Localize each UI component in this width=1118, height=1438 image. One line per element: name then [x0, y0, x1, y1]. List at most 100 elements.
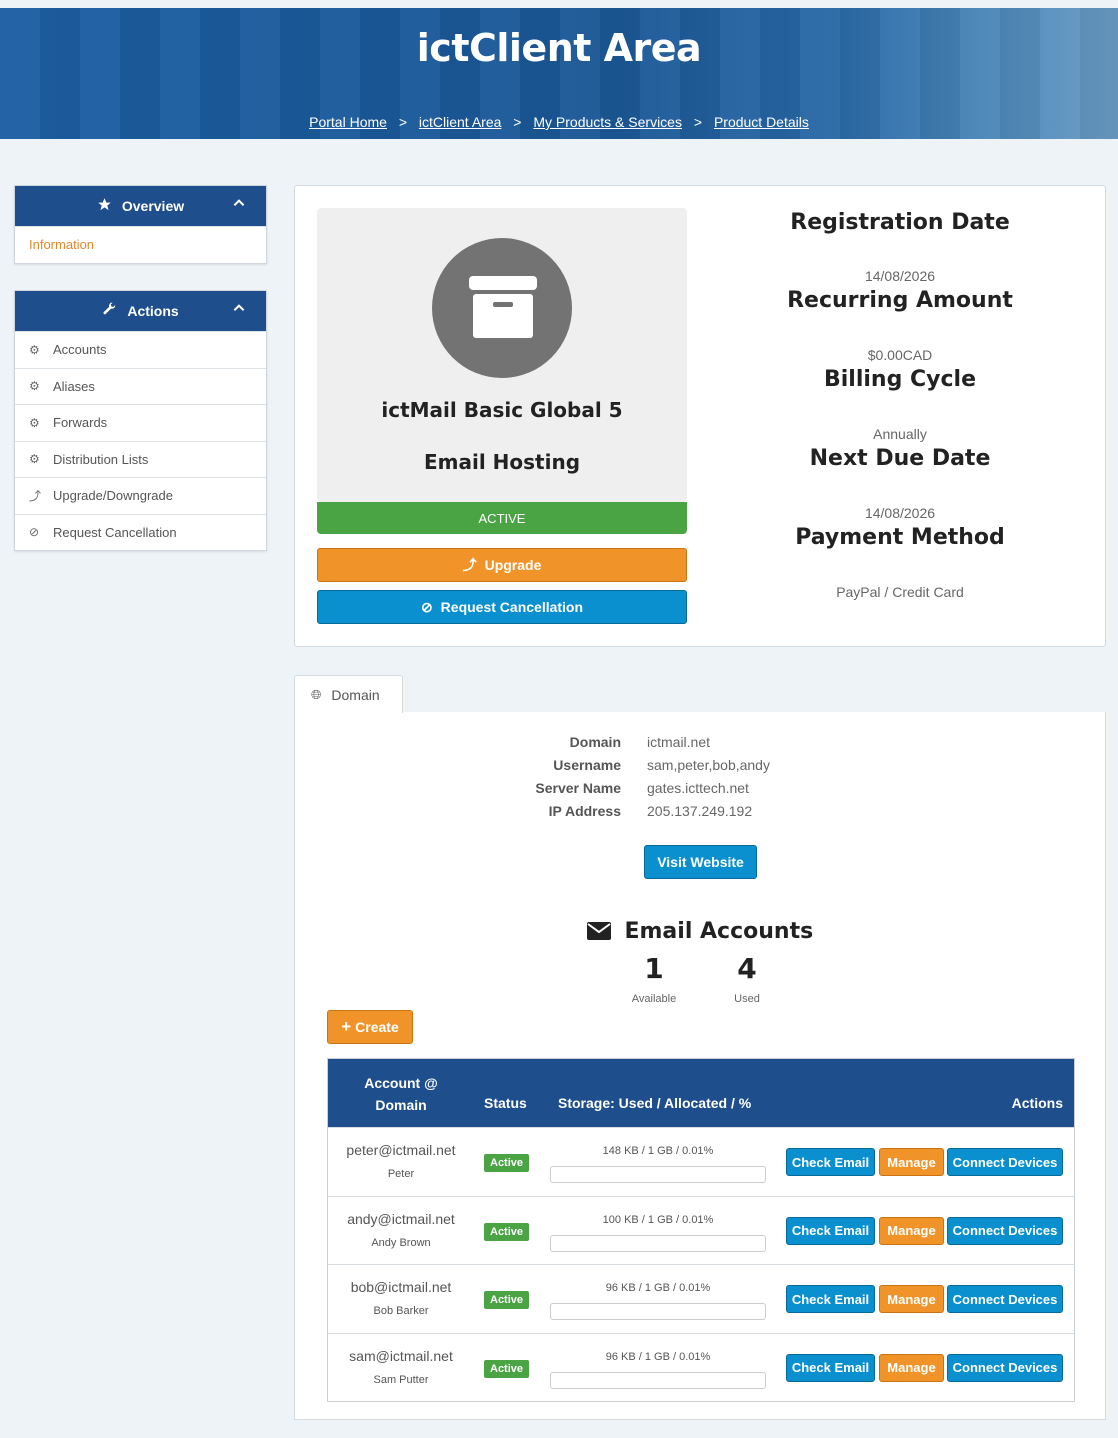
connect-devices-button[interactable]: Connect Devices: [947, 1216, 1063, 1245]
request-cancellation-button[interactable]: ⊘ Request Cancellation: [317, 590, 687, 624]
chevron-up-icon[interactable]: [232, 196, 246, 213]
tab-domain-label: Domain: [331, 686, 380, 703]
sidebar-item-forwards[interactable]: ⚙ Forwards: [15, 404, 266, 441]
table-row: sam@ictmail.net Sam Putter Active 96 KB …: [328, 1332, 1074, 1401]
sidebar-item-upgrade-downgrade[interactable]: ⤴ Upgrade/Downgrade: [15, 477, 266, 514]
account-name: Andy Brown: [371, 1236, 431, 1249]
breadcrumb-product-details[interactable]: Product Details: [714, 114, 809, 130]
breadcrumb-client-area[interactable]: ictClient Area: [419, 114, 501, 130]
breadcrumb-separator: >: [693, 114, 703, 130]
status-badge: Active: [484, 1359, 530, 1378]
connect-devices-button[interactable]: Connect Devices: [947, 1353, 1063, 1382]
sidebar-item-aliases[interactable]: ⚙ Aliases: [15, 367, 266, 405]
domain-value: ictmail.net: [647, 734, 711, 750]
upgrade-button-label: Upgrade: [484, 557, 542, 573]
breadcrumb-separator: >: [398, 114, 408, 130]
billing-cycle-value: Annually: [873, 426, 927, 442]
column-account-line1: Account @: [364, 1075, 438, 1091]
manage-button[interactable]: Manage: [879, 1148, 944, 1176]
chevron-up-icon[interactable]: [232, 301, 246, 318]
ip-address-value: 205.137.249.192: [647, 803, 753, 819]
sidebar-item-label: Accounts: [53, 342, 107, 358]
breadcrumb-portal-home[interactable]: Portal Home: [309, 114, 387, 130]
status-badge: Active: [484, 1291, 530, 1309]
overview-panel: Overview Information: [14, 185, 267, 264]
status-badge: Active: [484, 1222, 530, 1241]
payment-method-value: PayPal / Credit Card: [836, 584, 964, 600]
next-due-date-value: 14/08/2026: [864, 505, 936, 521]
gears-icon: ⚙: [29, 452, 40, 467]
sidebar-item-information[interactable]: Information: [15, 226, 266, 263]
overview-panel-header[interactable]: Overview: [15, 186, 266, 226]
storage-progress-bar: [550, 1371, 766, 1389]
email-accounts-table: Account @ Domain Status Storage: Used / …: [327, 1058, 1075, 1402]
breadcrumb-products-services[interactable]: My Products & Services: [533, 114, 682, 130]
page-header: ictClient Area Portal Home > ictClient A…: [0, 8, 1118, 139]
status-badge: Active: [484, 1154, 530, 1172]
globe-icon: 🌐︎: [311, 686, 322, 702]
payment-method-label: Payment Method: [795, 525, 1005, 550]
available-count: 1: [644, 952, 664, 985]
table-row: peter@ictmail.net Peter Active 148 KB / …: [328, 1127, 1074, 1196]
sidebar-item-request-cancellation[interactable]: ⊘ Request Cancellation: [15, 513, 266, 551]
ban-icon: ⊘: [420, 598, 433, 615]
cancel-button-label: Request Cancellation: [440, 599, 584, 615]
email-accounts-title: Email Accounts: [624, 919, 814, 944]
gears-icon: ⚙: [29, 379, 40, 394]
available-label: Available: [631, 993, 677, 1005]
visit-website-button[interactable]: Visit Website: [644, 845, 757, 879]
account-email: peter@ictmail.net: [346, 1142, 456, 1158]
level-up-icon: ⤴: [29, 489, 42, 504]
tab-domain[interactable]: 🌐︎ Domain: [294, 675, 403, 713]
sidebar-item-label: Aliases: [53, 378, 95, 394]
sidebar-item-label: Distribution Lists: [53, 451, 149, 467]
used-count: 4: [737, 952, 757, 985]
product-summary: ictMail Basic Global 5 Email Hosting: [317, 208, 687, 502]
check-email-button[interactable]: Check Email: [786, 1285, 875, 1313]
archive-icon: [469, 276, 537, 338]
product-details-card: ictMail Basic Global 5 Email Hosting ACT…: [294, 185, 1106, 647]
account-email: sam@ictmail.net: [349, 1347, 453, 1364]
connect-devices-button[interactable]: Connect Devices: [947, 1285, 1063, 1313]
manage-button[interactable]: Manage: [879, 1216, 944, 1245]
actions-panel-header[interactable]: Actions: [15, 291, 266, 331]
server-name-value: gates.icttech.net: [647, 780, 749, 796]
storage-usage-text: 148 KB / 1 GB / 0.01%: [602, 1145, 714, 1157]
server-name-label: Server Name: [535, 780, 621, 796]
storage-progress-bar: [550, 1166, 766, 1183]
account-email: bob@ictmail.net: [350, 1279, 452, 1295]
connect-devices-button[interactable]: Connect Devices: [947, 1148, 1063, 1176]
sidebar-item-accounts[interactable]: ⚙ Accounts: [15, 331, 266, 368]
plus-icon: +: [341, 1017, 352, 1036]
manage-button[interactable]: Manage: [879, 1353, 944, 1382]
actions-panel-title: Actions: [127, 303, 179, 319]
breadcrumb-separator: >: [513, 114, 522, 130]
check-email-button[interactable]: Check Email: [786, 1216, 875, 1245]
table-row: andy@ictmail.net Andy Brown Active 100 K…: [328, 1195, 1074, 1264]
account-name: Sam Putter: [373, 1373, 429, 1386]
used-label: Used: [734, 993, 760, 1005]
username-value: sam,peter,bob,andy: [647, 757, 770, 773]
ban-icon: ⊘: [29, 525, 40, 540]
check-email-button[interactable]: Check Email: [786, 1353, 875, 1382]
manage-button[interactable]: Manage: [879, 1285, 944, 1313]
actions-panel: Actions ⚙ Accounts ⚙ Aliases ⚙ Forwards …: [14, 290, 267, 551]
check-email-button[interactable]: Check Email: [786, 1148, 875, 1176]
registration-date-value: 14/08/2026: [864, 268, 936, 284]
column-account: Account @ Domain: [328, 1072, 474, 1116]
wrench-icon: [102, 302, 117, 321]
registration-date-label: Registration Date: [790, 210, 1010, 235]
domain-label: Domain: [569, 734, 621, 750]
account-name: Peter: [387, 1168, 415, 1180]
storage-usage-text: 96 KB / 1 GB / 0.01%: [605, 1282, 711, 1294]
envelope-icon: [586, 921, 611, 946]
sidebar-item-distribution-lists[interactable]: ⚙ Distribution Lists: [15, 440, 266, 478]
recurring-amount-value: $0.00CAD: [867, 347, 933, 363]
upgrade-button[interactable]: ⤴ Upgrade: [317, 548, 687, 582]
level-up-icon: ⤴: [462, 557, 477, 573]
create-account-button[interactable]: + Create: [327, 1010, 413, 1044]
recurring-amount-label: Recurring Amount: [787, 288, 1013, 313]
table-header: Account @ Domain Status Storage: Used / …: [328, 1059, 1074, 1127]
sidebar-item-label: Forwards: [53, 415, 108, 431]
gears-icon: ⚙: [29, 342, 40, 357]
